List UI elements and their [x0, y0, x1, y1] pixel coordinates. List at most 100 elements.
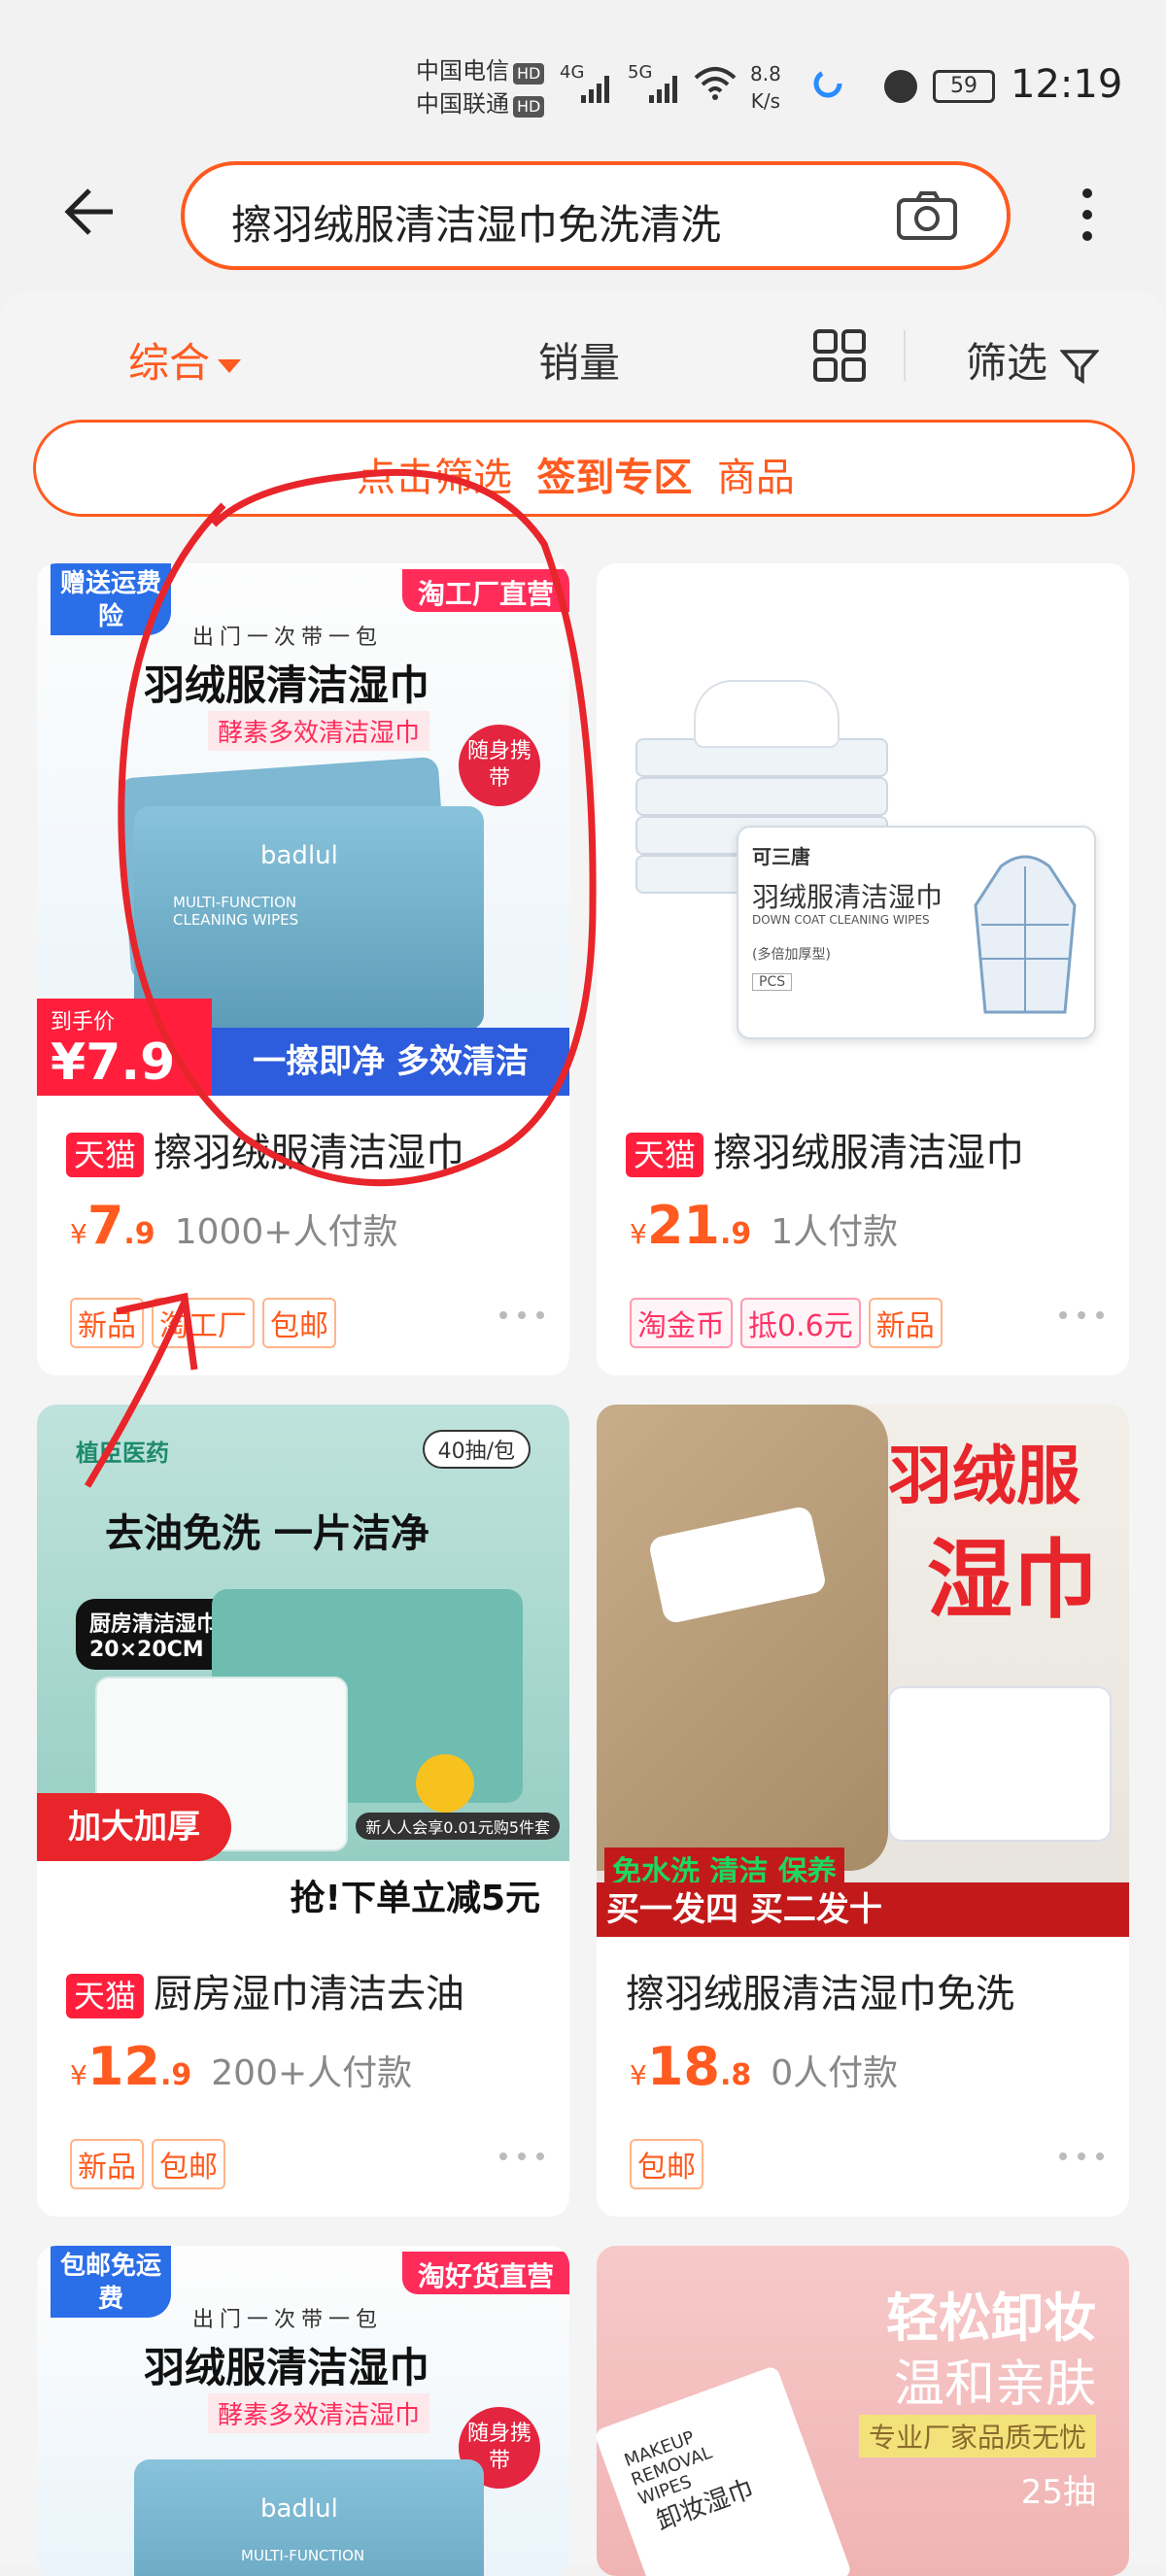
results-panel: 综合 销量 筛选 点击筛选 签到专区 商品 赠送运费险 淘工厂直营 出门一次带一…	[0, 291, 1166, 2576]
more-dots-icon[interactable]	[499, 2152, 544, 2162]
product-price: ¥12.9 200+人付款	[70, 2036, 413, 2097]
image-slogan: 买一发四 买二发十	[597, 1882, 1129, 1937]
product-image[interactable]: 植臣医药 40抽/包 去油免洗 一片洁净 厨房清洁湿巾 20×20CM 加大加厚…	[37, 1405, 569, 1937]
jacket-photo	[597, 1405, 888, 1871]
filter-hint[interactable]: 点击筛选	[357, 456, 512, 500]
sold-count: 1人付款	[771, 1212, 899, 1252]
carrier-1: 中国电信	[416, 57, 509, 85]
thick-banner: 加大加厚	[37, 1793, 231, 1861]
tmall-badge: 天猫	[66, 1133, 145, 1177]
signal-icon	[581, 68, 609, 103]
more-dots-icon[interactable]	[1059, 1311, 1104, 1321]
quick-filter-bar[interactable]: 点击筛选 签到专区 商品	[33, 420, 1135, 517]
image-headline: 羽绒服清洁湿巾	[144, 2344, 430, 2391]
product-card[interactable]: 植臣医药 40抽/包 去油免洗 一片洁净 厨房清洁湿巾 20×20CM 加大加厚…	[37, 1405, 569, 2217]
carrier-info: 中国电信 HD 中国联通 HD	[416, 54, 545, 120]
wipe-pack: badlul MULTI-FUNCTION CLEANING WIPES	[134, 806, 484, 1030]
tag-new: 新品	[70, 1298, 144, 1348]
product-title[interactable]: 天猫 擦羽绒服清洁湿巾	[626, 1121, 1024, 1177]
search-header: 擦羽绒服清洁湿巾免洗清洗	[0, 155, 1166, 282]
sync-icon	[813, 69, 842, 98]
image-headline-2: 湿巾	[927, 1530, 1099, 1630]
sold-count: 1000+人付款	[174, 1212, 398, 1252]
signal-icon	[649, 68, 677, 103]
clock: 12:19	[1011, 62, 1123, 107]
carry-bubble: 随身携带	[459, 725, 540, 806]
product-image[interactable]: 可三唐 羽绒服清洁湿巾 DOWN COAT CLEANING WIPES (多倍…	[597, 563, 1129, 1096]
badge-free-shipping: 包邮免运费	[51, 2246, 171, 2318]
more-dots-icon[interactable]	[1059, 2152, 1104, 2162]
product-image[interactable]: 轻松卸妆 温和亲肤 专业厂家品质无忧 25抽 MAKEUP REMOVAL WI…	[597, 2246, 1129, 2576]
product-title[interactable]: 擦羽绒服清洁湿巾免洗	[626, 1962, 1014, 2018]
tag-free-shipping: 包邮	[152, 2139, 225, 2189]
wipe-pack: 可三唐 羽绒服清洁湿巾 DOWN COAT CLEANING WIPES (多倍…	[737, 826, 1096, 1039]
wipe-pack: badlul MULTI-FUNCTION	[134, 2459, 484, 2576]
product-tags: 新品 淘工厂 包邮	[70, 1298, 336, 1348]
alarm-icon	[884, 70, 917, 103]
deal-price-block: 到手价 ¥7.9	[37, 999, 212, 1096]
sort-sales[interactable]: 销量	[538, 330, 620, 390]
image-headline-2: 温和亲肤	[893, 2356, 1096, 2414]
image-headline: 羽绒服清洁湿巾	[144, 661, 430, 709]
lemon-icon	[416, 1754, 474, 1813]
image-headline: 去油免洗 一片洁净	[105, 1511, 429, 1556]
wipe-pack: MAKEUP REMOVAL WIPES 卸妆湿巾	[597, 2364, 853, 2576]
back-arrow-icon[interactable]	[58, 183, 117, 241]
wifi-icon	[694, 67, 737, 100]
camera-icon[interactable]	[896, 190, 958, 241]
image-slogan: 一擦即净 多效清洁	[212, 1028, 569, 1096]
promo-small: 新人人会享0.01元购5件套	[356, 1813, 560, 1840]
badge-store: 淘好货直营	[401, 2252, 569, 2294]
grid-view-icon[interactable]	[812, 328, 867, 383]
headline-small: 出门一次带一包	[192, 626, 384, 650]
product-tags: 包邮	[630, 2139, 703, 2189]
sort-bar: 综合 销量 筛选	[0, 291, 1166, 418]
tmall-badge: 天猫	[66, 1974, 145, 2018]
hd-badge: HD	[513, 96, 545, 118]
signin-zone-link[interactable]: 签到专区	[536, 456, 692, 500]
jacket-icon	[974, 855, 1077, 1014]
product-card[interactable]: 赠送运费险 淘工厂直营 出门一次带一包 羽绒服清洁湿巾 酵素多效清洁湿巾 随身携…	[37, 563, 569, 1375]
image-subheadline: 酵素多效清洁湿巾	[208, 711, 430, 751]
image-headline: 羽绒服	[888, 1439, 1080, 1513]
product-image[interactable]: 羽绒服 湿巾 免水洗 清洁 保养 买一发四 买二发十	[597, 1405, 1129, 1937]
filter-button[interactable]: 筛选	[966, 330, 1101, 390]
image-subheadline: 酵素多效清洁湿巾	[208, 2393, 430, 2433]
sort-comprehensive[interactable]: 综合	[128, 330, 242, 390]
sheet-count: 40抽/包	[422, 1430, 531, 1469]
goods-link[interactable]: 商品	[717, 456, 795, 500]
status-bar: 中国电信 HD 中国联通 HD 4G 5G 8.8 K/s 59 12:19	[0, 0, 1166, 155]
search-input[interactable]: 擦羽绒服清洁湿巾免洗清洗	[181, 161, 1011, 270]
sold-count: 200+人付款	[211, 2053, 413, 2093]
hd-badge: HD	[513, 63, 545, 85]
product-price: ¥18.8 0人付款	[630, 2036, 899, 2097]
product-price: ¥21.9 1人付款	[630, 1195, 899, 1256]
product-card[interactable]: 包邮免运费 淘好货直营 出门一次带一包 羽绒服清洁湿巾 酵素多效清洁湿巾 随身携…	[37, 2246, 569, 2576]
product-title[interactable]: 天猫 厨房湿巾清洁去油	[66, 1962, 464, 2018]
tag-free-shipping: 包邮	[262, 1298, 336, 1348]
product-image[interactable]: 赠送运费险 淘工厂直营 出门一次带一包 羽绒服清洁湿巾 酵素多效清洁湿巾 随身携…	[37, 563, 569, 1096]
image-subheadline: 专业厂家品质无忧	[858, 2415, 1096, 2457]
product-image[interactable]: 包邮免运费 淘好货直营 出门一次带一包 羽绒服清洁湿巾 酵素多效清洁湿巾 随身携…	[37, 2246, 569, 2576]
product-card[interactable]: 轻松卸妆 温和亲肤 专业厂家品质无忧 25抽 MAKEUP REMOVAL WI…	[597, 2246, 1129, 2576]
badge-shipping-insurance: 赠送运费险	[51, 563, 171, 635]
tag-new: 新品	[70, 2139, 144, 2189]
brand-logo: 植臣医药	[76, 1440, 169, 1467]
tag-discount: 抵0.6元	[740, 1298, 861, 1348]
wipe-pack	[888, 1686, 1112, 1842]
tag-taojinbi: 淘金币	[630, 1298, 733, 1348]
product-price: ¥7.9 1000+人付款	[70, 1195, 398, 1256]
product-tags: 新品 包邮	[70, 2139, 225, 2189]
product-card[interactable]: 羽绒服 湿巾 免水洗 清洁 保养 买一发四 买二发十 擦羽绒服清洁湿巾免洗 ¥1…	[597, 1405, 1129, 2217]
more-options-icon[interactable]	[1073, 188, 1102, 251]
dropdown-arrow-icon	[218, 358, 242, 373]
tag-factory: 淘工厂	[152, 1298, 255, 1348]
image-slogan: 抢!下单立减5元	[37, 1861, 569, 1937]
search-query-text[interactable]: 擦羽绒服清洁湿巾免洗清洗	[231, 192, 805, 252]
image-headline: 轻松卸妆	[886, 2288, 1096, 2349]
badge-factory: 淘工厂直营	[401, 569, 569, 612]
product-title[interactable]: 天猫 擦羽绒服清洁湿巾	[66, 1121, 464, 1177]
more-dots-icon[interactable]	[499, 1311, 544, 1321]
tag-new: 新品	[868, 1298, 943, 1348]
product-card[interactable]: 可三唐 羽绒服清洁湿巾 DOWN COAT CLEANING WIPES (多倍…	[597, 563, 1129, 1375]
